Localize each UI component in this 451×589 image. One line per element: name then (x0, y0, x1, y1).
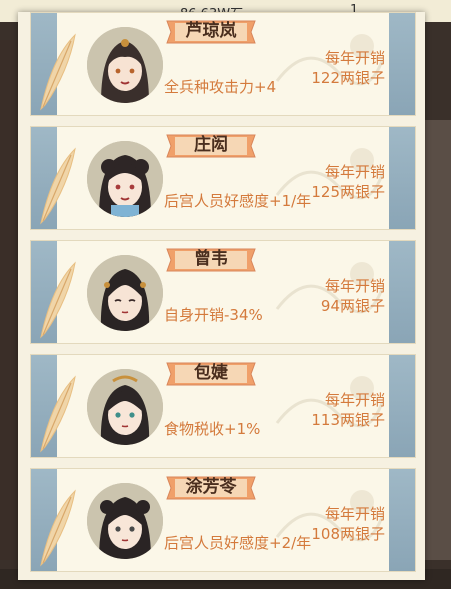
concubine-card[interactable]: 曾韦 自身开销-34% 每年开销 94两银子 (30, 240, 416, 344)
avatar (87, 483, 163, 559)
cost-label: 每年开销 (324, 391, 385, 409)
card-right-strip (389, 469, 415, 571)
card-right-strip (389, 127, 415, 229)
background-left-edge (0, 40, 20, 560)
card-right-strip (389, 13, 415, 115)
card-right-strip (389, 355, 415, 457)
feather-icon (40, 375, 76, 453)
feather-icon (40, 489, 76, 567)
cost-label: 每年开销 (324, 163, 385, 181)
feather-icon (40, 33, 76, 111)
cost-label: 每年开销 (324, 277, 385, 295)
effect-text: 食物税收+1% (164, 420, 261, 438)
cost-value: 122两银子 (311, 69, 385, 87)
name-plate: 芦琼岚 (163, 17, 259, 47)
name-plate: 庄闳 (163, 131, 259, 161)
concubine-card[interactable]: 涂芳苓 后宫人员好感度+2/年 每年开销 108两银子 (30, 468, 416, 572)
concubine-name: 芦琼岚 (185, 21, 237, 41)
feather-icon (40, 261, 76, 339)
concubine-name: 包婕 (194, 363, 228, 383)
avatar (87, 141, 163, 217)
concubine-name: 曾韦 (194, 249, 228, 269)
concubine-name: 庄闳 (194, 135, 228, 155)
avatar (87, 369, 163, 445)
name-plate: 包婕 (163, 359, 259, 389)
effect-text: 自身开销-34% (164, 306, 263, 324)
concubine-card[interactable]: 芦琼岚 全兵种攻击力+4 每年开销 122两银子 (30, 12, 416, 116)
cost-value: 113两银子 (311, 411, 385, 429)
cost-value: 125两银子 (311, 183, 385, 201)
card-right-strip (389, 241, 415, 343)
effect-text: 全兵种攻击力+4 (164, 78, 277, 96)
cost-value: 94两银子 (320, 297, 385, 315)
concubine-list-panel: 芦琼岚 全兵种攻击力+4 每年开销 122两银子 庄闳 后宫人员好感度+1/年 … (18, 12, 425, 580)
cost-label: 每年开销 (324, 505, 385, 523)
feather-icon (40, 147, 76, 225)
name-plate: 曾韦 (163, 245, 259, 275)
avatar (87, 27, 163, 103)
name-plate: 涂芳苓 (163, 473, 259, 503)
cost-label: 每年开销 (324, 49, 385, 67)
concubine-card[interactable]: 庄闳 后宫人员好感度+1/年 每年开销 125两银子 (30, 126, 416, 230)
concubine-name: 涂芳苓 (185, 477, 237, 497)
avatar (87, 255, 163, 331)
concubine-card[interactable]: 包婕 食物税收+1% 每年开销 113两银子 (30, 354, 416, 458)
cost-value: 108两银子 (311, 525, 385, 543)
